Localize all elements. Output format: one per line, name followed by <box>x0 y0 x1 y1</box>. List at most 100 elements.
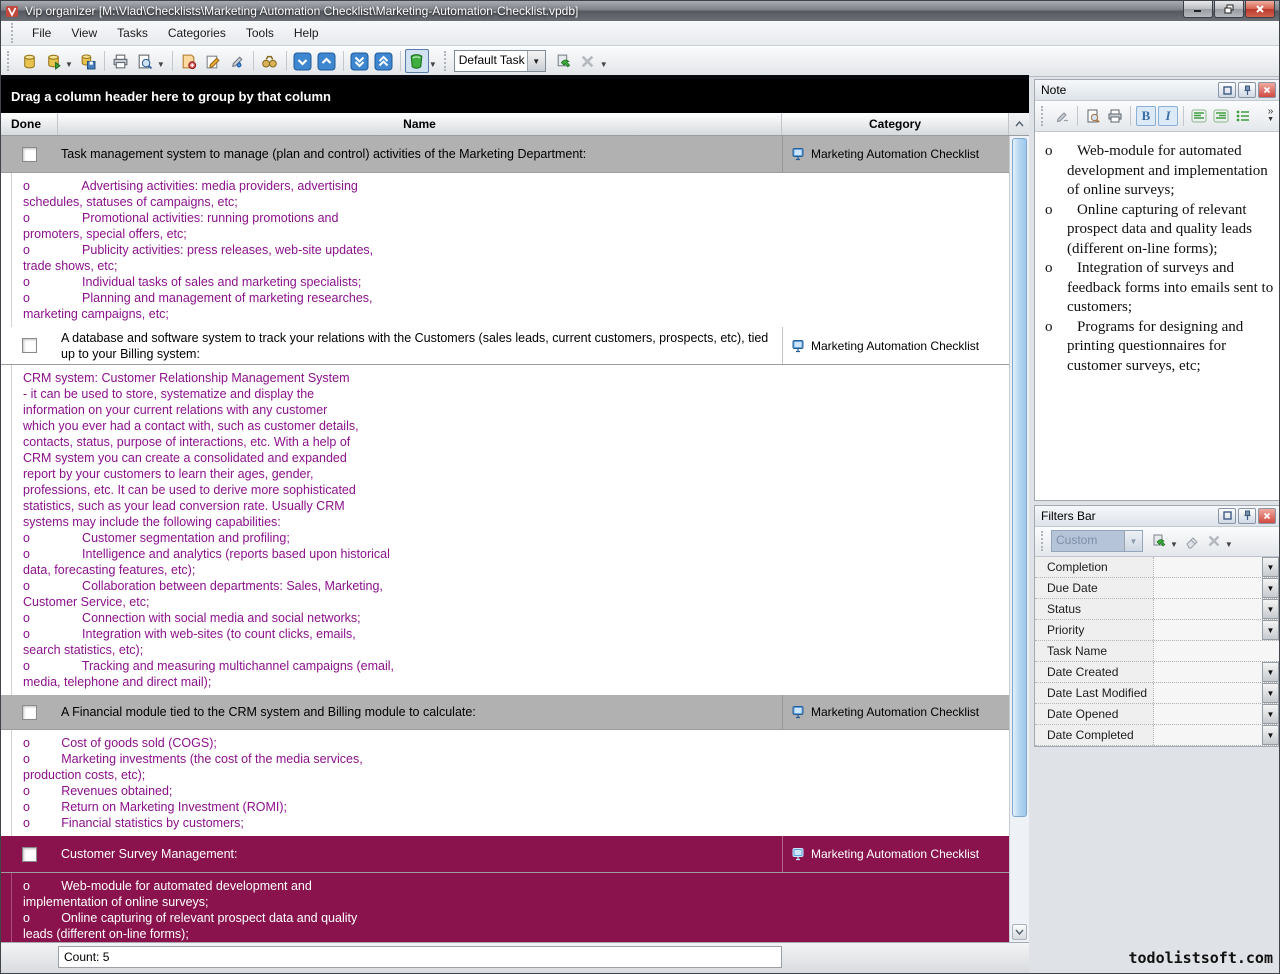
menu-tasks[interactable]: Tasks <box>108 23 157 43</box>
move-top-button[interactable] <box>372 49 396 73</box>
filter-preset-combo[interactable]: Custom ▼ <box>1051 530 1143 552</box>
filter-dropdown-button[interactable]: ▼ <box>1262 704 1279 724</box>
apply-filter-button[interactable] <box>1148 530 1170 552</box>
filters-toolbar-overflow[interactable]: ▼ <box>1225 540 1233 549</box>
filter-dropdown-button[interactable]: ▼ <box>1262 578 1279 598</box>
column-header-category[interactable]: Category <box>782 113 1009 135</box>
minimize-icon <box>1193 5 1203 13</box>
restore-button[interactable] <box>1214 1 1244 18</box>
note-print-button[interactable] <box>1104 105 1126 127</box>
task-name: A Financial module tied to the CRM syste… <box>58 702 782 722</box>
title-bar: Vip organizer [M:\Vlad\Checklists\Market… <box>1 1 1279 21</box>
save-database-button[interactable] <box>76 49 100 73</box>
filter-dropdown-button[interactable]: ▼ <box>1262 683 1279 703</box>
bullet-list-icon <box>1235 109 1251 123</box>
apply-filter-button[interactable] <box>552 49 576 73</box>
close-button[interactable] <box>1245 1 1275 18</box>
filters-restore-button[interactable] <box>1218 508 1236 524</box>
column-header-done[interactable]: Done <box>1 113 58 135</box>
menu-categories[interactable]: Categories <box>159 23 235 43</box>
delete-filter-button[interactable] <box>1203 530 1225 552</box>
filter-value[interactable] <box>1153 599 1262 619</box>
align-right-button[interactable] <box>1210 105 1232 127</box>
scrollbar-thumb[interactable] <box>1012 138 1027 817</box>
filter-value[interactable] <box>1153 683 1262 703</box>
table-row[interactable]: A Financial module tied to the CRM syste… <box>1 695 1009 730</box>
apply-filter-caret[interactable]: ▼ <box>1170 540 1178 549</box>
menu-file[interactable]: File <box>23 23 60 43</box>
done-checkbox[interactable] <box>22 147 37 162</box>
filter-value[interactable] <box>1153 725 1262 745</box>
category-icon <box>791 339 805 353</box>
filter-value[interactable] <box>1153 578 1262 598</box>
filter-dropdown-button[interactable]: ▼ <box>1262 725 1279 745</box>
task-template-combo[interactable]: Default Task ▼ <box>454 50 546 72</box>
filter-dropdown-button[interactable]: ▼ <box>1262 599 1279 619</box>
vertical-scrollbar[interactable] <box>1009 136 1029 942</box>
column-header-name[interactable]: Name <box>58 113 782 135</box>
bold-button[interactable]: B <box>1135 105 1157 127</box>
toolbar-separator <box>253 51 254 71</box>
done-checkbox[interactable] <box>22 705 37 720</box>
print-preview-button[interactable] <box>133 49 157 73</box>
note-print-preview-button[interactable] <box>1082 105 1104 127</box>
done-checkbox[interactable] <box>22 338 37 353</box>
note-toolbar-overflow[interactable]: »▼ <box>1267 108 1277 124</box>
minimize-button[interactable] <box>1183 1 1213 18</box>
filters-pin-button[interactable] <box>1238 508 1256 524</box>
menu-view[interactable]: View <box>62 23 106 43</box>
erase-filter-button[interactable] <box>1181 530 1203 552</box>
filter-value[interactable] <box>1153 662 1262 682</box>
menu-help[interactable]: Help <box>285 23 328 43</box>
open-database-caret[interactable]: ▼ <box>65 60 73 69</box>
filter-value[interactable] <box>1153 641 1279 661</box>
filter-value[interactable] <box>1153 557 1262 577</box>
toolbar-overflow-caret[interactable]: ▼ <box>600 60 608 69</box>
align-left-button[interactable] <box>1188 105 1210 127</box>
print-button[interactable] <box>109 49 133 73</box>
note-close-button[interactable] <box>1258 82 1276 98</box>
filter-caret[interactable]: ▼ <box>429 60 437 69</box>
table-row[interactable]: Task management system to manage (plan a… <box>1 136 1009 173</box>
new-task-button[interactable] <box>177 49 201 73</box>
move-up-button[interactable] <box>315 49 339 73</box>
filter-value[interactable] <box>1153 620 1262 640</box>
filters-close-button[interactable] <box>1258 508 1276 524</box>
print-preview-caret[interactable]: ▼ <box>157 60 165 69</box>
scroll-down-button[interactable] <box>1012 924 1027 940</box>
table-row[interactable]: A database and software system to track … <box>1 327 1009 365</box>
move-down-icon <box>293 52 312 71</box>
note-restore-button[interactable] <box>1218 82 1236 98</box>
filter-value[interactable] <box>1153 704 1262 724</box>
color-task-button[interactable] <box>225 49 249 73</box>
filter-dropdown-button[interactable]: ▼ <box>1262 662 1279 682</box>
done-checkbox[interactable] <box>22 847 37 862</box>
move-down-button[interactable] <box>291 49 315 73</box>
branding-text: todolistsoft.com <box>1034 949 1273 967</box>
filter-dropdown-button[interactable]: ▼ <box>1262 557 1279 577</box>
category-icon <box>791 147 805 161</box>
open-database-button[interactable] <box>41 49 65 73</box>
edit-note-button[interactable] <box>1051 105 1073 127</box>
menu-tools[interactable]: Tools <box>237 23 283 43</box>
new-database-button[interactable] <box>17 49 41 73</box>
clear-filter-button[interactable] <box>576 49 600 73</box>
search-button[interactable] <box>258 49 282 73</box>
move-bottom-button[interactable] <box>348 49 372 73</box>
filter-row: Completion ▼ <box>1035 557 1279 578</box>
filters-toolbar-grip <box>1041 531 1047 551</box>
edit-task-button[interactable] <box>201 49 225 73</box>
filter-button[interactable] <box>405 49 429 73</box>
task-details: CRM system: Customer Relationship Manage… <box>1 365 1009 695</box>
note-pin-button[interactable] <box>1238 82 1256 98</box>
table-row-selected[interactable]: Customer Survey Management: Marketing Au… <box>1 836 1009 873</box>
scroll-up-button[interactable] <box>1009 113 1029 135</box>
group-by-bar[interactable]: Drag a column header here to group by th… <box>1 79 1029 113</box>
bullet-list-button[interactable] <box>1232 105 1254 127</box>
filter-dropdown-button[interactable]: ▼ <box>1262 620 1279 640</box>
task-template-combo-arrow[interactable]: ▼ <box>527 51 545 71</box>
filter-preset-combo-arrow[interactable]: ▼ <box>1124 531 1142 551</box>
toolbar-separator <box>1130 106 1131 126</box>
italic-button[interactable]: I <box>1157 105 1179 127</box>
note-content[interactable]: o Web-module for automated development a… <box>1035 132 1279 500</box>
